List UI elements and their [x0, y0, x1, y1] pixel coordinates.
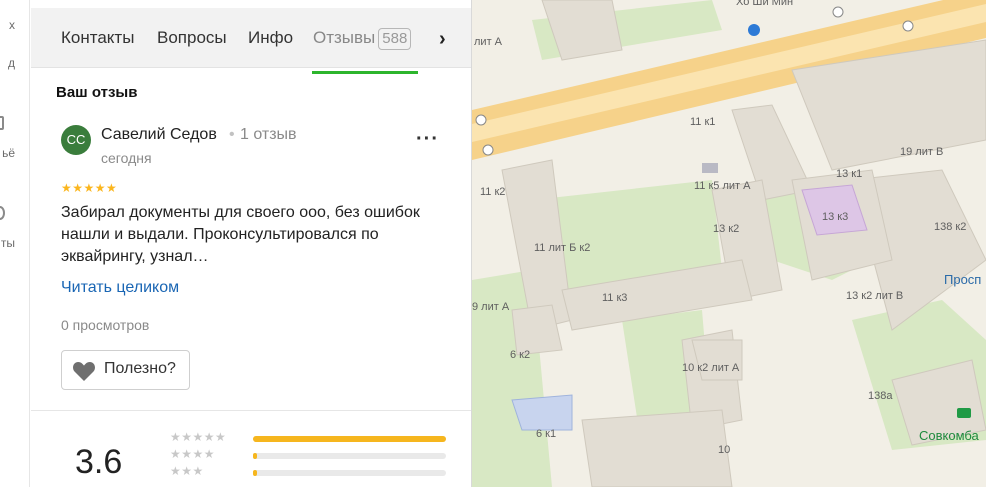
rating-value: 3.6	[75, 443, 123, 481]
divider	[31, 410, 471, 411]
bookmark-icon[interactable]	[0, 116, 4, 130]
rating-bar-fill	[253, 453, 257, 459]
rating-row-stars: ★★★★★	[170, 430, 227, 444]
building-label[interactable]: 11 к2	[480, 186, 505, 198]
building-label[interactable]: 13 к3	[822, 211, 848, 223]
building-label[interactable]: 13 к2 лит В	[846, 290, 903, 302]
rating-row-5: ★★★★★	[170, 430, 460, 445]
active-tab-underline	[312, 71, 418, 74]
tab-contacts[interactable]: Контакты	[61, 28, 134, 48]
views-count: 0 просмотров	[61, 317, 150, 333]
left-sidebar-edge: х д ьё ты	[0, 0, 30, 487]
separator-dot: •	[229, 126, 235, 143]
sidebar-fragment: х	[9, 18, 15, 32]
building-label[interactable]: 10	[718, 444, 730, 456]
building-label[interactable]: 6 к2	[510, 349, 530, 361]
building-label[interactable]: 11 к1	[690, 116, 715, 128]
building-label[interactable]: 11 лит Б к2	[534, 242, 590, 254]
rating-bar-track	[253, 453, 446, 459]
review-text: Забирал документы для своего ооо, без ош…	[61, 204, 420, 265]
more-options-icon[interactable]: ···	[416, 128, 439, 151]
review-author[interactable]: Савелий Седов	[101, 126, 217, 144]
building-label[interactable]: 13 к1	[836, 168, 862, 180]
tab-info[interactable]: Инфо	[248, 28, 293, 48]
tabs-bar: Контакты Вопросы Инфо Отзывы 588 ›	[31, 8, 471, 74]
rating-bar-track	[253, 470, 446, 476]
tab-reviews[interactable]: Отзывы 588	[313, 28, 412, 50]
rating-row-stars: ★★★	[170, 464, 204, 478]
sidebar-fragment: ты	[0, 236, 15, 250]
building-label[interactable]: 19 лит В	[900, 146, 943, 158]
avatar[interactable]: СС	[61, 125, 91, 155]
review-stars: ★★★★★	[61, 181, 118, 195]
tab-reviews-label: Отзывы	[313, 28, 376, 47]
building-label[interactable]: 13 к2	[713, 223, 739, 235]
rating-bar-fill	[253, 470, 257, 476]
read-more-link[interactable]: Читать целиком	[61, 279, 179, 297]
tab-questions[interactable]: Вопросы	[157, 28, 227, 48]
building-label[interactable]: 10 к2 лит А	[682, 362, 739, 374]
business-card-panel: Контакты Вопросы Инфо Отзывы 588 › Ваш от…	[31, 0, 472, 487]
rating-row-3: ★★★	[170, 464, 460, 479]
author-review-count: 1 отзыв	[240, 126, 297, 143]
useful-label: Полезно?	[104, 360, 176, 377]
heart-icon	[73, 362, 95, 381]
rating-row-4: ★★★★	[170, 447, 460, 462]
building-label[interactable]: лит А	[474, 36, 502, 48]
useful-button[interactable]: Полезно?	[61, 350, 190, 390]
sidebar-fragment: ьё	[2, 146, 15, 160]
building-label[interactable]: 11 к5 лит А	[694, 180, 750, 192]
rating-row-stars: ★★★★	[170, 447, 216, 461]
building-label[interactable]: 9 лит А	[472, 301, 509, 313]
chevron-right-icon[interactable]: ›	[439, 28, 446, 51]
bank-label[interactable]: Совкомба	[919, 428, 979, 443]
building-label[interactable]: 6 к1	[536, 428, 556, 440]
building-label[interactable]: 11 к3	[602, 292, 627, 304]
street-label: Хо Ши Мин	[736, 0, 794, 8]
building-label[interactable]: 138а	[868, 390, 892, 402]
review-date: сегодня	[101, 150, 152, 166]
poi-label[interactable]: Просп	[944, 272, 981, 287]
settings-icon[interactable]	[0, 206, 5, 220]
sidebar-fragment: д	[7, 56, 15, 70]
your-review-title: Ваш отзыв	[56, 84, 138, 101]
map-view[interactable]: Хо Ши Мин лит А 11 к1 19 лит В 11 к5 лит…	[472, 0, 986, 487]
reviews-count-badge: 588	[378, 28, 412, 50]
rating-bar-fill	[253, 436, 446, 442]
building-label[interactable]: 138 к2	[934, 221, 966, 233]
rating-bar-track	[253, 436, 446, 442]
